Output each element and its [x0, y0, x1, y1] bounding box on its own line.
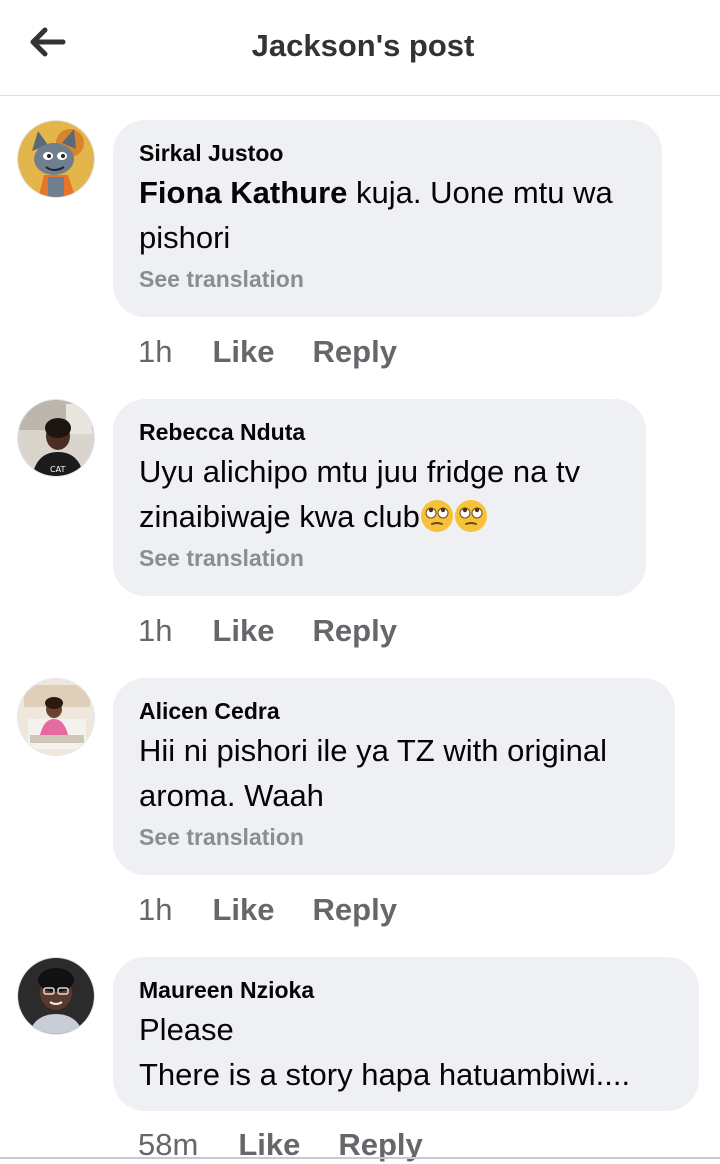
comment-text: Hii ni pishori ile ya TZ with original a…: [139, 733, 608, 813]
reply-button[interactable]: Reply: [313, 892, 397, 928]
comment-bubble[interactable]: Sirkal Justoo Fiona Kathure kuja. Uone m…: [113, 120, 662, 317]
see-translation-link[interactable]: See translation: [139, 266, 636, 293]
comment-body: Uyu alichipo mtu juu fridge na tv zinaib…: [139, 454, 581, 534]
reply-button[interactable]: Reply: [313, 613, 397, 649]
comment-actions: 1h Like Reply: [138, 334, 397, 370]
comment-author[interactable]: Sirkal Justoo: [139, 140, 636, 166]
cartoon-cat-avatar: [18, 121, 94, 197]
person-photo-avatar: CAT: [18, 400, 94, 476]
face-with-rolling-eyes-icon: [420, 500, 453, 532]
person-photo-avatar: [18, 679, 94, 755]
top-bar: Jackson's post: [0, 0, 720, 96]
like-button[interactable]: Like: [212, 613, 274, 649]
mention-link[interactable]: Fiona Kathure: [139, 175, 347, 210]
comment-actions: 1h Like Reply: [138, 892, 397, 928]
svg-text:CAT: CAT: [50, 465, 65, 474]
comment-text: Please There is a story hapa hatuambiwi.…: [139, 1012, 631, 1092]
see-translation-link[interactable]: See translation: [139, 824, 649, 851]
reply-button[interactable]: Reply: [313, 334, 397, 370]
comment-actions: 1h Like Reply: [138, 613, 397, 649]
avatar[interactable]: [17, 678, 95, 756]
like-button[interactable]: Like: [212, 892, 274, 928]
comment-author[interactable]: Alicen Cedra: [139, 698, 649, 724]
face-with-rolling-eyes-icon: [454, 500, 487, 532]
person-photo-avatar: [18, 958, 94, 1034]
avatar[interactable]: CAT: [17, 399, 95, 477]
comment-author[interactable]: Maureen Nzioka: [139, 977, 673, 1003]
comment-author[interactable]: Rebecca Nduta: [139, 419, 620, 445]
comment-timestamp[interactable]: 1h: [138, 334, 172, 370]
avatar[interactable]: [17, 120, 95, 198]
comment-bubble[interactable]: Maureen Nzioka Please There is a story h…: [113, 957, 699, 1111]
comment-timestamp[interactable]: 1h: [138, 892, 172, 928]
avatar[interactable]: [17, 957, 95, 1035]
page-title: Jackson's post: [251, 28, 475, 63]
like-button[interactable]: Like: [212, 334, 274, 370]
comment-timestamp[interactable]: 1h: [138, 613, 172, 649]
see-translation-link[interactable]: See translation: [139, 545, 620, 572]
comment-bubble[interactable]: Alicen Cedra Hii ni pishori ile ya TZ wi…: [113, 678, 675, 875]
comment-bubble[interactable]: Rebecca Nduta Uyu alichipo mtu juu fridg…: [113, 399, 646, 596]
bottom-divider: [0, 1157, 720, 1159]
comment-text: Fiona Kathure kuja. Uone mtu wa pishori: [139, 170, 636, 260]
comment-text: Uyu alichipo mtu juu fridge na tv zinaib…: [139, 449, 620, 539]
